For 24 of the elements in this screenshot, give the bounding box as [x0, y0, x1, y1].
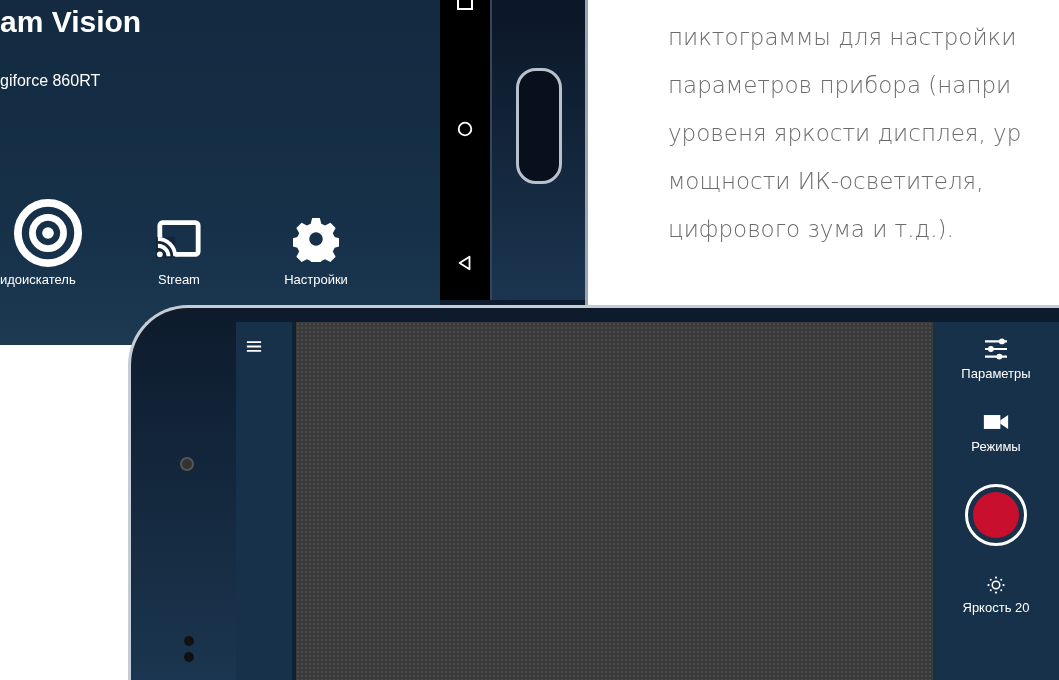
menu-label[interactable]: Настройки [284, 272, 348, 287]
device-name: giforce 860RT [0, 72, 102, 90]
description-line: уровеня яркости дисплея, ур [668, 119, 1022, 148]
speaker-dots-icon [183, 636, 194, 662]
front-camera-icon [179, 457, 194, 471]
description-line: параметров прибора (напри [668, 71, 1013, 100]
recent-apps-icon[interactable] [457, 0, 473, 10]
brightness-icon[interactable] [987, 576, 1005, 594]
settings-icon[interactable] [293, 216, 339, 262]
control-label[interactable]: Яркость 20 [962, 600, 1030, 615]
app-title: am Vision [0, 4, 143, 40]
description-line: мощности ИК-осветителя, [668, 167, 985, 196]
control-label[interactable]: Параметры [961, 366, 1031, 381]
description-line: цифрового зума и т.д.). [668, 215, 955, 244]
menu-label[interactable]: идоискатель [0, 272, 76, 287]
control-label[interactable]: Режимы [971, 439, 1021, 454]
menu-icon[interactable] [246, 340, 262, 353]
menu-label[interactable]: Stream [158, 272, 200, 287]
target-icon[interactable] [12, 198, 83, 268]
sliders-icon[interactable] [983, 338, 1009, 360]
record-button[interactable] [965, 484, 1027, 546]
description-line: пиктограммы для настройки [668, 23, 1018, 52]
home-button[interactable] [515, 68, 562, 184]
home-icon[interactable] [456, 120, 474, 138]
